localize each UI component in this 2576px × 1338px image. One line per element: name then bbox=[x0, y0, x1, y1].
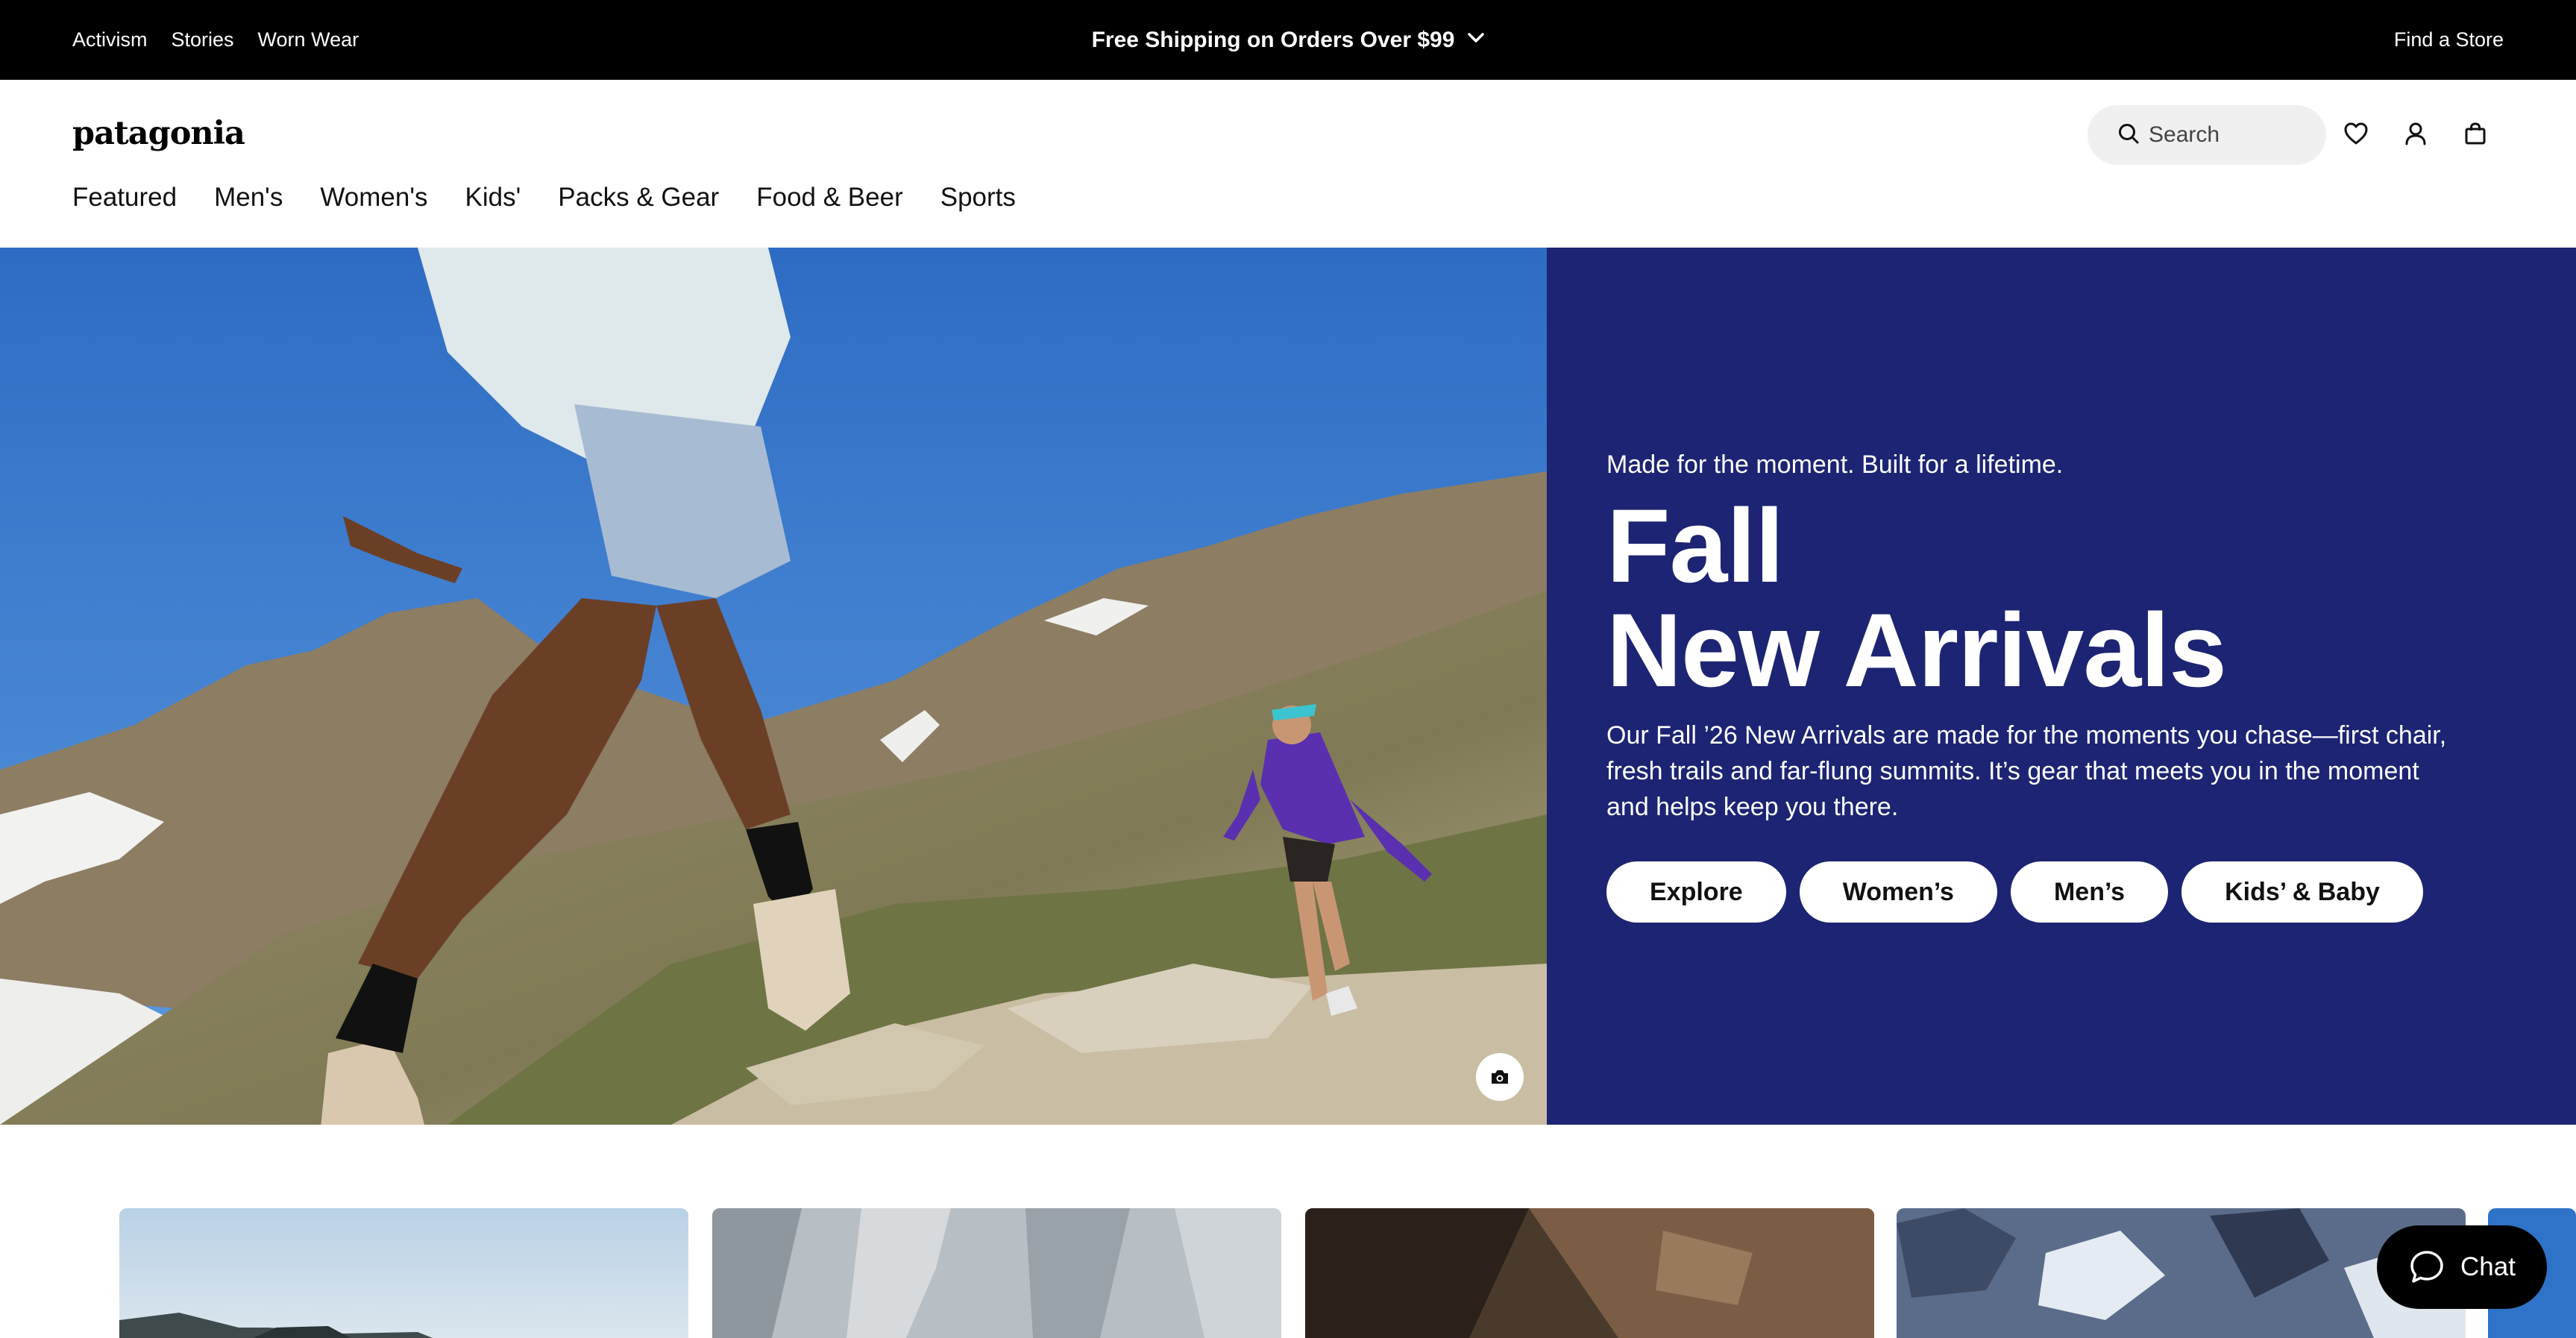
utility-bar: Activism Stories Worn Wear Free Shipping… bbox=[0, 0, 2576, 80]
hero-image bbox=[0, 248, 1547, 1125]
find-store-link[interactable]: Find a Store bbox=[2394, 28, 2504, 51]
hero-panel: Made for the moment. Built for a lifetim… bbox=[1547, 248, 2576, 1125]
search-bar[interactable] bbox=[2087, 105, 2326, 165]
search-input[interactable] bbox=[2149, 122, 2313, 148]
kids-baby-button[interactable]: Kids’ & Baby bbox=[2181, 861, 2423, 923]
utility-link-worn-wear[interactable]: Worn Wear bbox=[258, 28, 359, 51]
womens-button[interactable]: Women’s bbox=[1799, 861, 1997, 923]
hero-buttons: Explore Women’s Men’s Kids’ & Baby bbox=[1606, 861, 2423, 923]
nav-packs-gear[interactable]: Packs & Gear bbox=[558, 183, 719, 213]
nav-kids[interactable]: Kids' bbox=[465, 183, 521, 213]
nav-mens[interactable]: Men's bbox=[214, 183, 283, 213]
bag-icon[interactable] bbox=[2459, 117, 2492, 150]
chat-button[interactable]: Chat bbox=[2377, 1225, 2547, 1309]
hero-description: Our Fall ’26 New Arrivals are made for t… bbox=[1606, 721, 2447, 821]
nav-sports[interactable]: Sports bbox=[940, 183, 1016, 213]
chat-icon bbox=[2408, 1249, 2445, 1286]
utility-link-activism[interactable]: Activism bbox=[72, 28, 148, 51]
hero-section: Made for the moment. Built for a lifetim… bbox=[0, 248, 2576, 1125]
camera-icon[interactable] bbox=[1476, 1053, 1524, 1101]
hero-eyebrow: Made for the moment. Built for a lifetim… bbox=[1606, 450, 2064, 479]
promo-toggle[interactable]: Free Shipping on Orders Over $99 bbox=[1092, 28, 1485, 53]
hero-title-line2: New Arrivals bbox=[1606, 591, 2227, 709]
nav-food-beer[interactable]: Food & Beer bbox=[756, 183, 903, 213]
nav-featured[interactable]: Featured bbox=[72, 183, 177, 213]
main-nav: Featured Men's Women's Kids' Packs & Gea… bbox=[72, 183, 1016, 213]
chat-label: Chat bbox=[2460, 1252, 2516, 1281]
category-card[interactable] bbox=[1305, 1208, 1874, 1338]
hero-title: Fall New Arrivals bbox=[1606, 487, 2227, 709]
hero-title-line1: Fall bbox=[1606, 487, 1784, 604]
site-header: patagonia Featured Men's Women's Kids' P… bbox=[0, 80, 2576, 248]
explore-button[interactable]: Explore bbox=[1606, 861, 1786, 923]
patagonia-logo[interactable]: patagonia bbox=[72, 115, 245, 152]
category-card[interactable] bbox=[119, 1208, 688, 1338]
search-icon bbox=[2117, 122, 2140, 148]
nav-womens[interactable]: Women's bbox=[320, 183, 427, 213]
category-card[interactable] bbox=[712, 1208, 1281, 1338]
heart-icon[interactable] bbox=[2340, 117, 2372, 150]
user-icon[interactable] bbox=[2399, 117, 2432, 150]
promo-banner: Free Shipping on Orders Over $99 bbox=[0, 0, 2576, 80]
utility-link-stories[interactable]: Stories bbox=[172, 28, 234, 51]
utility-links: Activism Stories Worn Wear bbox=[72, 0, 359, 80]
promo-text: Free Shipping on Orders Over $99 bbox=[1091, 27, 1455, 52]
mens-button[interactable]: Men’s bbox=[2010, 861, 2169, 923]
chevron-down-icon bbox=[1468, 33, 1485, 47]
